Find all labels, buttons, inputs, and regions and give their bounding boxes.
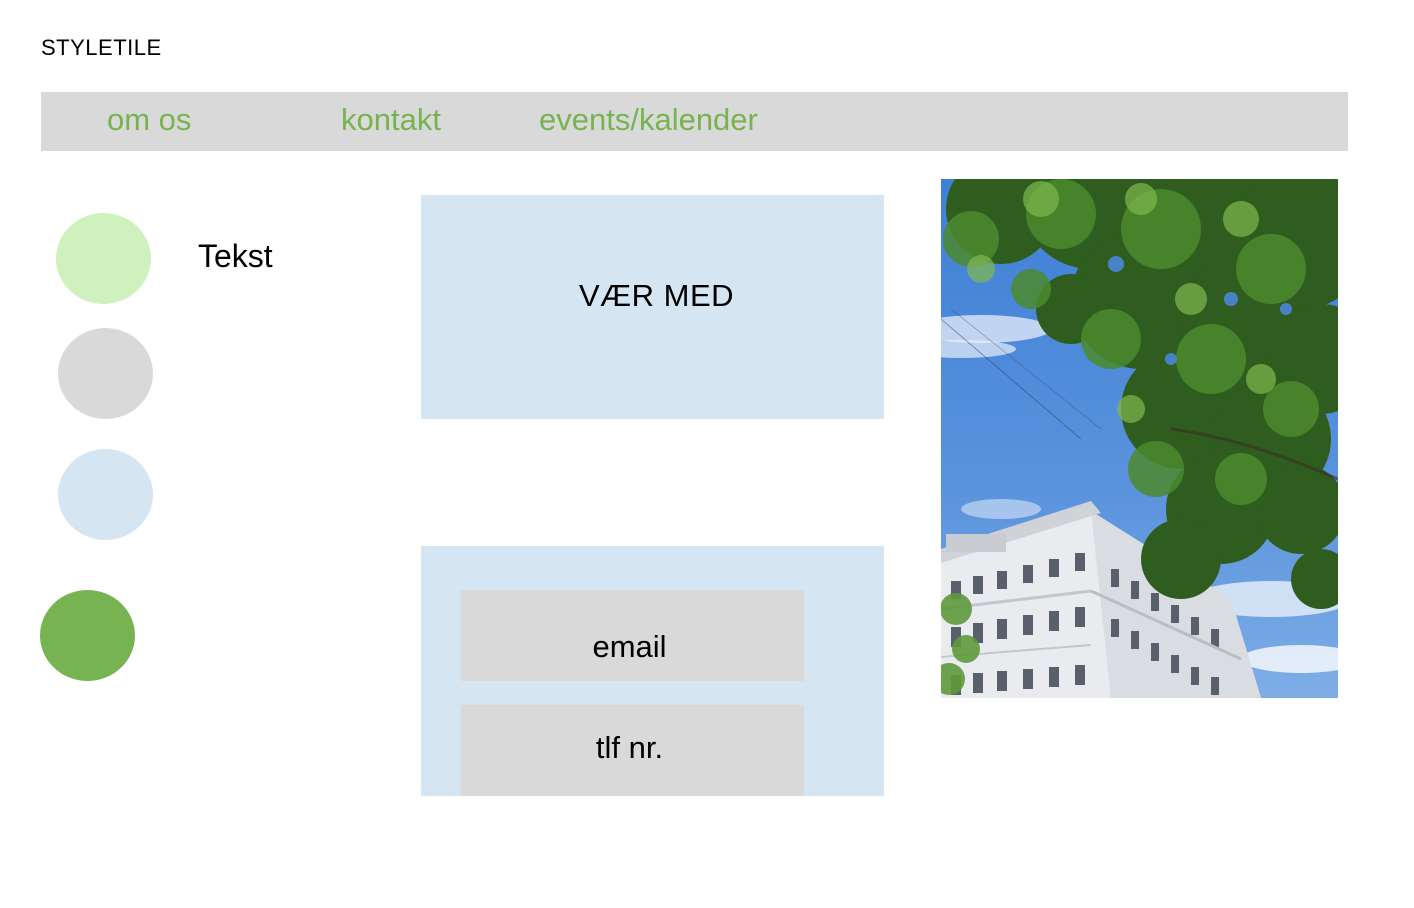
color-swatch-grey [58,328,153,419]
nav-link-events-kalender[interactable]: events/kalender [539,102,758,138]
phone-field-label: tlf nr. [595,730,664,765]
vaer-med-label: VÆR MED [578,278,735,313]
tree-and-building-photo [941,179,1338,698]
main-navbar: om os kontakt events/kalender [41,92,1348,151]
contact-form: email tlf nr. [421,546,884,796]
email-field-label: email [592,629,667,664]
email-field[interactable]: email [461,590,804,681]
nav-link-om-os[interactable]: om os [107,102,191,138]
nav-link-kontakt[interactable]: kontakt [341,102,441,138]
color-swatch-light-blue [58,449,153,540]
page-title: STYLETILE [41,35,162,60]
vaer-med-button[interactable]: VÆR MED [421,195,884,419]
typography-sample: Tekst [198,238,273,274]
phone-field[interactable]: tlf nr. [461,705,804,796]
color-swatch-light-green [56,213,151,304]
color-swatch-green [40,590,135,681]
